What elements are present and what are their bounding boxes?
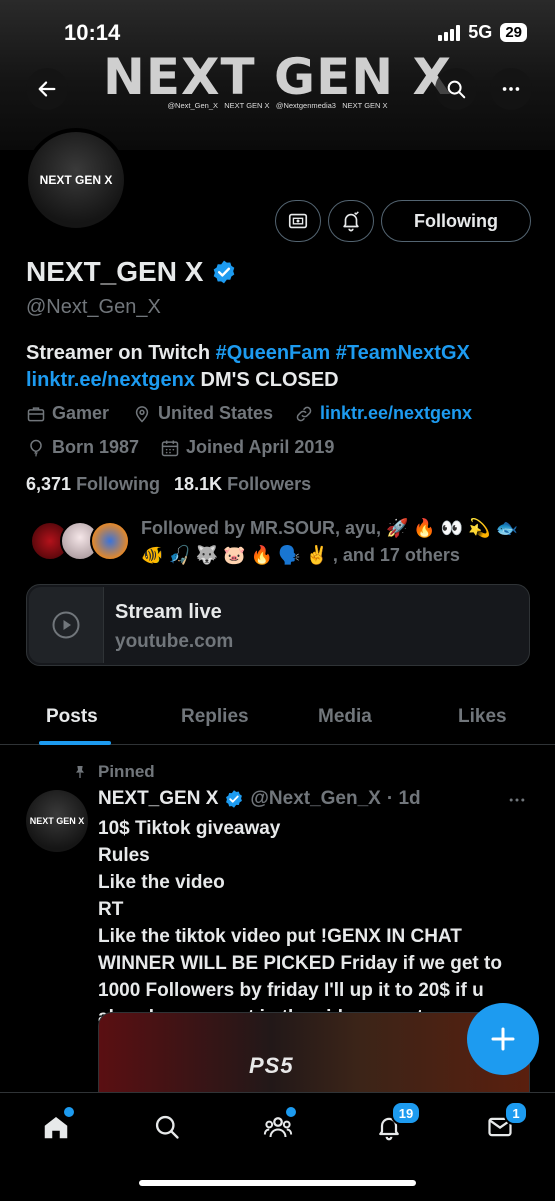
profile-website[interactable]: linktr.ee/nextgenx — [294, 403, 472, 424]
bio-text: Streamer on Twitch — [26, 342, 216, 364]
verified-badge-icon[interactable] — [211, 259, 237, 285]
post-avatar-text: NEXT GEN X — [29, 816, 85, 826]
banner-social-instagram: @Nextgenmedia3 — [275, 101, 336, 110]
messages-badge: 1 — [504, 1101, 528, 1125]
search-icon — [447, 80, 466, 99]
post-time: · 1d — [386, 788, 421, 809]
nav-notifications[interactable]: 19 — [369, 1101, 421, 1147]
communities-unread-dot — [284, 1105, 298, 1119]
more-icon — [509, 798, 525, 802]
back-button[interactable] — [26, 68, 68, 110]
profile-tabs: Posts Replies Media Likes — [0, 690, 555, 745]
profile-birthday: Born 1987 — [26, 437, 139, 458]
status-time: 10:14 — [64, 20, 121, 45]
nav-communities[interactable] — [258, 1105, 298, 1147]
plus-icon — [491, 1027, 515, 1051]
subscribe-button[interactable] — [275, 200, 321, 242]
follow-counts: 6,371 Following 18.1K Followers — [26, 474, 311, 495]
following-button[interactable]: Following — [381, 200, 531, 242]
link-icon — [296, 406, 312, 421]
category-label: Gamer — [52, 403, 110, 423]
nav-home[interactable] — [36, 1105, 76, 1147]
tab-media[interactable]: Media — [318, 706, 372, 728]
post-author-name[interactable]: NEXT_GEN X — [98, 788, 218, 810]
more-button[interactable] — [490, 68, 532, 110]
followers-count-link[interactable]: 18.1K Followers — [174, 474, 311, 495]
signal-icon — [438, 24, 461, 41]
ps5-logo-text: PS5 — [249, 1053, 294, 1078]
bio-suffix: DM'S CLOSED — [194, 369, 339, 391]
website-link[interactable]: linktr.ee/nextgenx — [320, 403, 472, 424]
bell-check-icon — [343, 211, 359, 232]
profile-joined: Joined April 2019 — [160, 437, 334, 458]
following-count: 6,371 — [26, 474, 72, 494]
banner-social-twitter: @Next_Gen_X — [167, 101, 218, 110]
nav-messages[interactable]: 1 — [480, 1101, 528, 1147]
post-more-button[interactable] — [506, 790, 528, 815]
banner-social-twitch: NEXT GEN X — [224, 101, 270, 110]
active-tab-indicator — [39, 741, 111, 745]
location-pin-icon — [135, 405, 149, 423]
birthday-label: Born 1987 — [52, 437, 140, 457]
profile-bio: Streamer on Twitch #QueenFam #TeamNextGX… — [26, 340, 536, 394]
profile-name: NEXT_GEN X — [26, 256, 204, 287]
notifications-badge: 19 — [391, 1101, 421, 1125]
status-indicators: 5G 29 — [438, 22, 527, 43]
tab-likes[interactable]: Likes — [458, 706, 507, 728]
tab-posts[interactable]: Posts — [46, 706, 98, 728]
back-arrow-icon — [38, 81, 56, 97]
post-media-image[interactable]: PS5 — [98, 1012, 530, 1104]
post-author-handle[interactable]: @Next_Gen_X — [250, 788, 380, 810]
link-card-title: Stream live — [115, 601, 222, 623]
network-type: 5G — [468, 22, 493, 42]
post-text: 10$ Tiktok giveaway Rules Like the video… — [98, 818, 502, 1028]
compose-button[interactable] — [467, 1003, 539, 1075]
profile-name-row: NEXT_GEN X — [26, 256, 237, 288]
home-unread-dot — [62, 1105, 76, 1119]
search-button[interactable] — [435, 68, 477, 110]
followed-by-text[interactable]: Followed by MR.SOUR, ayu, 🚀 🔥 👀 💫 🐟 🐠 🎣 … — [141, 515, 541, 569]
link-card-domain: youtube.com — [115, 631, 234, 652]
pin-icon — [76, 766, 84, 778]
pinned-label: Pinned — [98, 762, 155, 781]
post-header: NEXT_GEN X @Next_Gen_X · 1d — [98, 788, 421, 810]
battery-icon: 29 — [500, 23, 527, 42]
banner-social-youtube: NEXT GEN X — [342, 101, 388, 110]
play-icon — [52, 611, 80, 639]
followers-count: 18.1K — [174, 474, 223, 494]
home-indicator — [139, 1180, 416, 1186]
bio-link[interactable]: linktr.ee/nextgenx — [26, 369, 195, 391]
profile-category: Gamer — [26, 403, 109, 424]
followers-label: Followers — [227, 474, 312, 494]
ticket-icon — [288, 213, 308, 229]
follower-avatar-3[interactable] — [90, 521, 130, 561]
link-card-thumbnail — [29, 587, 104, 663]
hashtag-queenfam[interactable]: #QueenFam — [216, 342, 330, 364]
balloon-icon — [30, 439, 42, 456]
avatar-logo-text: NEXT GEN X — [39, 173, 113, 187]
profile-handle: @Next_Gen_X — [26, 296, 161, 318]
following-label: Following — [76, 474, 161, 494]
calendar-icon — [161, 440, 179, 456]
search-icon — [155, 1115, 179, 1139]
link-card[interactable]: Stream live youtube.com — [26, 584, 530, 666]
hashtag-teamnextgx[interactable]: #TeamNextGX — [336, 342, 470, 364]
notifications-toggle-button[interactable] — [328, 200, 374, 242]
profile-avatar[interactable]: NEXT GEN X — [24, 128, 128, 232]
more-icon — [502, 87, 520, 91]
profile-location: United States — [132, 403, 273, 424]
briefcase-icon — [27, 406, 45, 421]
tab-replies[interactable]: Replies — [181, 706, 249, 728]
nav-search[interactable] — [147, 1107, 187, 1147]
location-label: United States — [158, 403, 274, 423]
post-avatar[interactable]: NEXT GEN X — [26, 790, 88, 852]
verified-badge-icon — [226, 790, 243, 808]
pinned-indicator: Pinned — [72, 762, 155, 782]
joined-label: Joined April 2019 — [186, 437, 335, 457]
following-count-link[interactable]: 6,371 Following — [26, 474, 160, 495]
